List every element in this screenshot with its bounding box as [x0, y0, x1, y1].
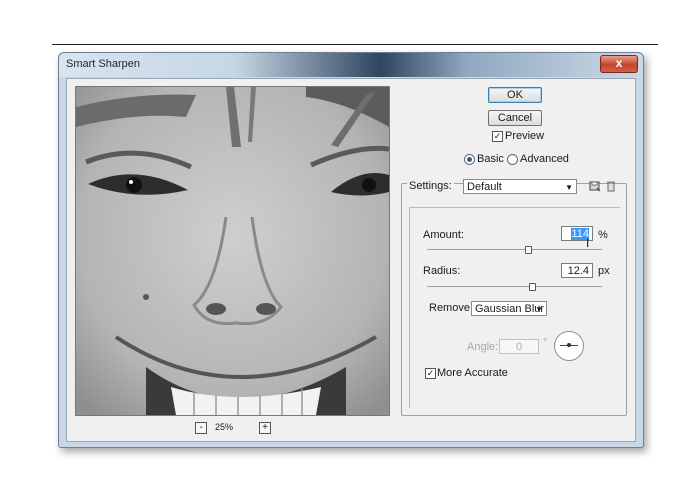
radius-label: Radius: — [423, 265, 461, 277]
radius-unit: px — [598, 265, 610, 277]
preview-checkbox[interactable]: ✓ — [492, 131, 503, 142]
more-accurate-label: More Accurate — [437, 367, 508, 379]
settings-label: Settings: — [407, 180, 454, 192]
chevron-down-icon: ▼ — [565, 183, 573, 192]
basic-radio[interactable] — [464, 154, 475, 165]
settings-dropdown[interactable]: Default ▼ — [463, 179, 577, 194]
advanced-radio[interactable] — [507, 154, 518, 165]
radius-input[interactable]: 12.4 — [561, 263, 593, 278]
close-button[interactable]: x — [600, 55, 638, 73]
chevron-down-icon: ▼ — [535, 305, 543, 314]
cancel-button[interactable]: Cancel — [488, 110, 542, 126]
face-photo — [76, 87, 389, 415]
amount-label: Amount: — [423, 229, 464, 241]
settings-value: Default — [467, 181, 502, 193]
zoom-out-button[interactable]: - — [195, 422, 207, 434]
angle-input: 0 — [499, 339, 539, 354]
preview-image[interactable] — [75, 86, 390, 416]
smart-sharpen-dialog: Smart Sharpen x - 25% + OK Cancel ✓ Prev… — [58, 52, 644, 448]
preview-label: Preview — [505, 130, 545, 142]
angle-label: Angle: — [467, 341, 499, 353]
title-bar[interactable]: Smart Sharpen x — [59, 53, 643, 77]
radius-slider-thumb[interactable] — [529, 283, 536, 291]
remove-dropdown[interactable]: Gaussian Blur ▼ — [471, 301, 547, 316]
amount-slider-thumb[interactable] — [525, 246, 532, 254]
ok-button[interactable]: OK — [488, 87, 542, 103]
zoom-in-button[interactable]: + — [259, 422, 271, 434]
angle-dial — [554, 331, 584, 361]
zoom-level: 25% — [215, 422, 234, 432]
delete-settings-icon[interactable] — [605, 180, 617, 192]
amount-slider-track[interactable] — [427, 249, 602, 250]
angle-value: 0 — [515, 341, 523, 353]
radius-slider-track[interactable] — [427, 286, 602, 287]
save-settings-icon[interactable] — [589, 180, 601, 192]
remove-label: Remove: — [429, 302, 474, 314]
basic-label: Basic — [477, 153, 504, 165]
dialog-title: Smart Sharpen — [66, 58, 140, 70]
dialog-body: - 25% + OK Cancel ✓ Preview Basic Advanc… — [66, 78, 636, 442]
top-rule — [52, 44, 658, 45]
remove-value: Gaussian Blur — [475, 303, 545, 315]
angle-unit: ° — [543, 337, 548, 349]
advanced-label: Advanced — [520, 153, 569, 165]
amount-unit: % — [598, 229, 608, 241]
radius-value: 12.4 — [567, 265, 589, 277]
more-accurate-checkbox[interactable]: ✓ — [425, 368, 436, 379]
text-cursor-icon: I — [586, 236, 590, 250]
